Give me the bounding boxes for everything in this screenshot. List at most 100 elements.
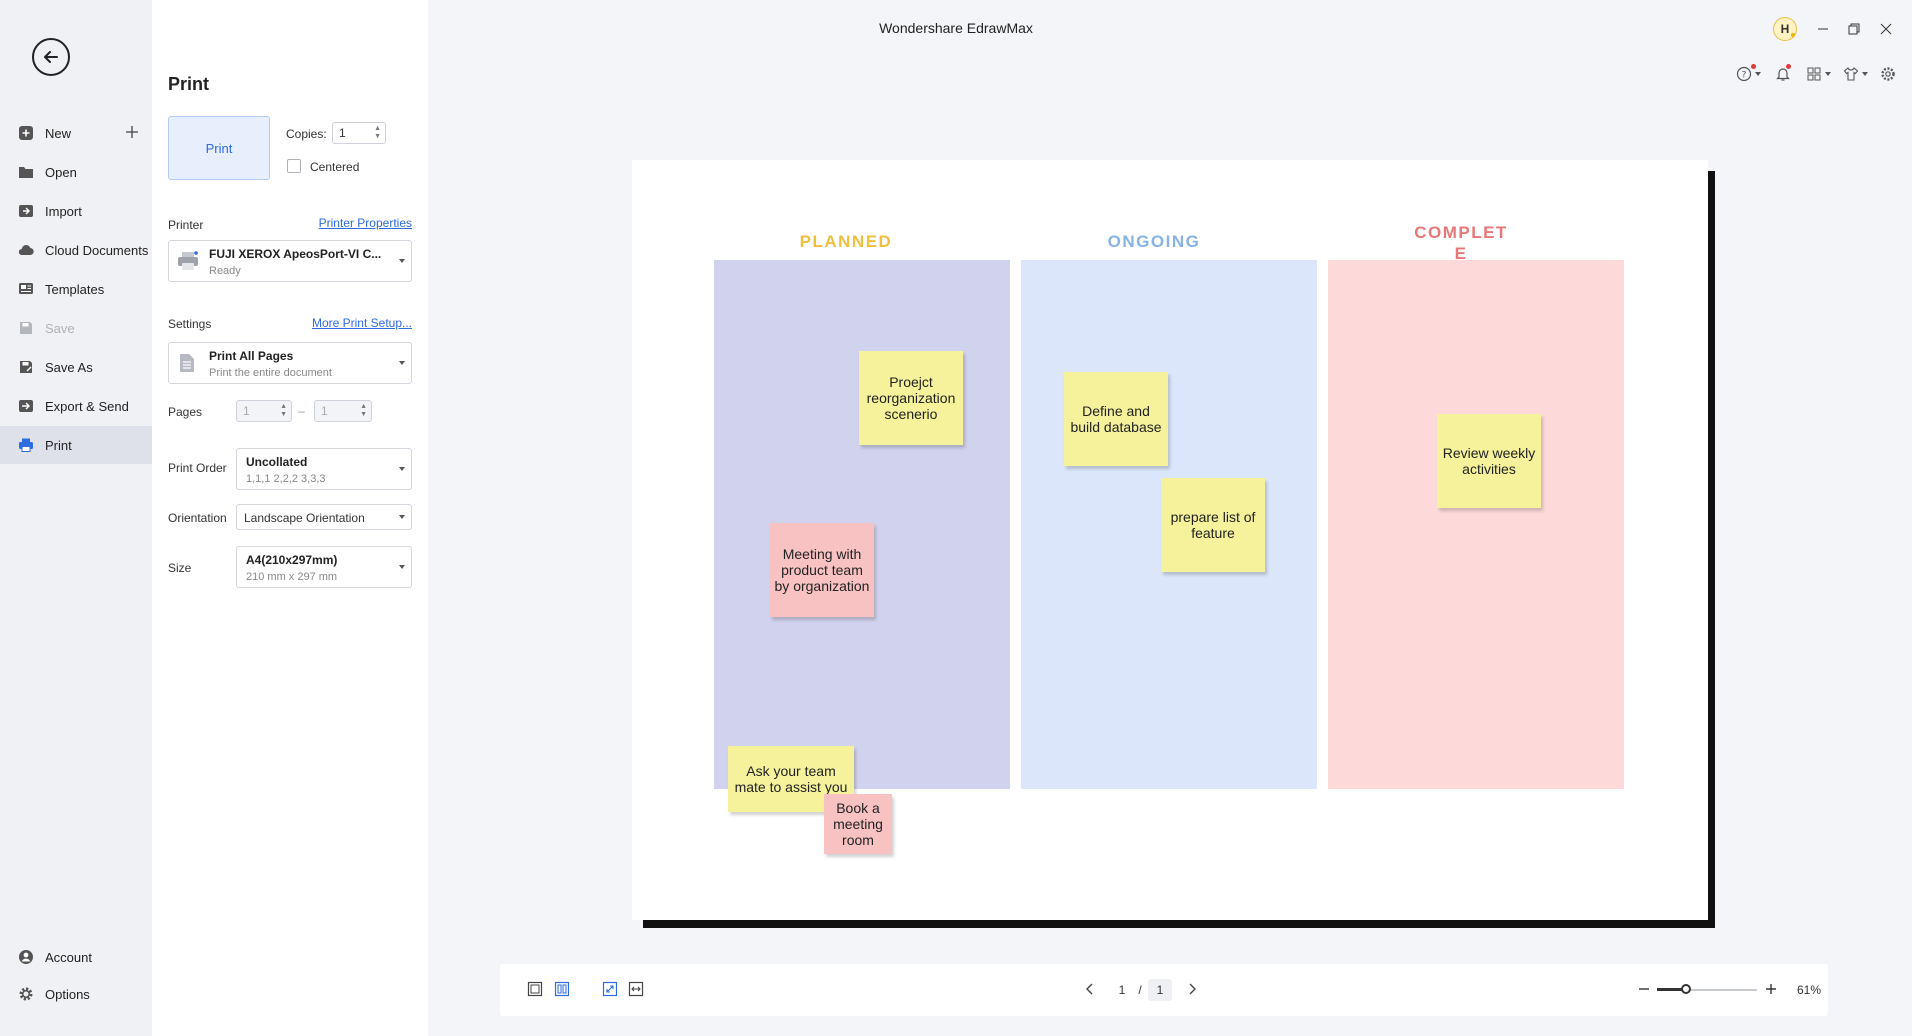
chevron-left-icon bbox=[1086, 983, 1093, 995]
printer-properties-link[interactable]: Printer Properties bbox=[319, 216, 412, 230]
nav-item-save-as[interactable]: Save As bbox=[0, 348, 152, 386]
pages-to-value: 1 bbox=[321, 404, 328, 418]
printer-select[interactable]: FUJI XEROX ApeosPort-VI C... Ready bbox=[168, 240, 412, 282]
next-page-button[interactable] bbox=[1182, 979, 1202, 999]
svg-text:?: ? bbox=[1742, 71, 1747, 81]
zoom-in-button[interactable] bbox=[1761, 979, 1781, 999]
print-order-sub: 1,1,1 2,2,2 3,3,3 bbox=[246, 473, 326, 485]
nav-item-options[interactable]: Options bbox=[0, 975, 152, 1013]
size-sub: 210 mm x 297 mm bbox=[246, 571, 338, 583]
pages-label: Pages bbox=[168, 405, 203, 419]
copies-stepper[interactable]: 1 ▲ ▼ bbox=[332, 122, 386, 144]
nav-item-save[interactable]: Save bbox=[0, 309, 152, 347]
size-select[interactable]: A4(210x297mm) 210 mm x 297 mm bbox=[236, 546, 412, 588]
single-page-icon bbox=[527, 981, 543, 997]
avatar-letter: H bbox=[1780, 22, 1790, 36]
apps-grid-icon bbox=[1807, 67, 1821, 81]
save-icon bbox=[18, 320, 34, 336]
minus-icon bbox=[1639, 988, 1649, 990]
templates-icon bbox=[18, 281, 34, 297]
sticky-note[interactable]: Define and build database bbox=[1064, 372, 1168, 466]
copies-value: 1 bbox=[339, 126, 346, 140]
fit-page-button[interactable] bbox=[600, 979, 620, 999]
centered-checkbox[interactable] bbox=[287, 159, 301, 173]
column-complete bbox=[1328, 260, 1624, 789]
theme-button[interactable] bbox=[1843, 64, 1868, 84]
zoom-level[interactable]: 61% bbox=[1790, 979, 1828, 1001]
plus-icon bbox=[1766, 984, 1776, 994]
user-icon bbox=[18, 949, 34, 965]
nav-item-print[interactable]: Print bbox=[0, 426, 152, 464]
nav-item-open[interactable]: Open bbox=[0, 153, 152, 191]
fit-width-button[interactable] bbox=[626, 979, 646, 999]
nav-item-import[interactable]: Import bbox=[0, 192, 152, 230]
print-button[interactable]: Print bbox=[168, 116, 270, 180]
nav-item-label: Save bbox=[45, 320, 75, 336]
nav-item-account[interactable]: Account bbox=[0, 938, 152, 976]
minimize-button[interactable] bbox=[1812, 18, 1834, 40]
sticky-note[interactable]: prepare list of feature bbox=[1161, 478, 1265, 572]
folder-icon bbox=[18, 164, 34, 180]
chevron-down-icon bbox=[399, 565, 405, 569]
pages-to-stepper[interactable]: 1 ▲ ▼ bbox=[314, 400, 372, 422]
sticky-note[interactable]: Review weekly activities bbox=[1437, 414, 1541, 508]
single-page-view-button[interactable] bbox=[525, 979, 545, 999]
close-button[interactable] bbox=[1875, 18, 1897, 40]
size-main: A4(210x297mm) bbox=[246, 553, 338, 567]
printer-status: Ready bbox=[209, 265, 241, 277]
gear-icon bbox=[1881, 67, 1895, 81]
import-icon bbox=[18, 203, 34, 219]
notification-dot-icon bbox=[1791, 33, 1795, 37]
cloud-icon bbox=[18, 242, 34, 258]
nav-item-cloud-documents[interactable]: Cloud Documents bbox=[0, 231, 152, 269]
current-page-field[interactable]: 1 bbox=[1111, 979, 1133, 1001]
stepper-arrows-icon[interactable]: ▲ ▼ bbox=[280, 403, 287, 419]
chevron-down-icon bbox=[399, 515, 405, 519]
gear-icon bbox=[18, 986, 34, 1002]
apps-button[interactable] bbox=[1806, 64, 1831, 84]
back-button[interactable] bbox=[32, 38, 70, 76]
sticky-note-text: Book a meeting room bbox=[833, 800, 883, 848]
settings-select[interactable]: Print All Pages Print the entire documen… bbox=[168, 342, 412, 384]
nav-item-label: Print bbox=[45, 437, 72, 453]
chevron-down-icon bbox=[1755, 72, 1761, 76]
sticky-note-text: prepare list of feature bbox=[1170, 509, 1256, 541]
avatar[interactable]: H bbox=[1773, 17, 1797, 41]
nav-item-label: Cloud Documents bbox=[45, 242, 149, 258]
previous-page-button[interactable] bbox=[1080, 979, 1100, 999]
add-icon[interactable] bbox=[124, 124, 140, 140]
restore-button[interactable] bbox=[1843, 18, 1865, 40]
left-nav: New Open Import Cloud Documents Template… bbox=[0, 0, 152, 1036]
nav-item-templates[interactable]: Templates bbox=[0, 270, 152, 308]
chevron-right-icon bbox=[1189, 983, 1196, 995]
sticky-note[interactable]: Book a meeting room bbox=[824, 794, 892, 854]
settings-main: Print All Pages bbox=[209, 349, 294, 363]
settings-button[interactable] bbox=[1880, 64, 1896, 84]
current-page-value: 1 bbox=[1118, 983, 1126, 997]
sticky-note-text: Proejct reorganization scenerio bbox=[866, 374, 956, 422]
more-print-setup-link[interactable]: More Print Setup... bbox=[312, 316, 412, 330]
sticky-note[interactable]: Meeting with product team by organizatio… bbox=[770, 523, 874, 617]
print-order-select[interactable]: Uncollated 1,1,1 2,2,2 3,3,3 bbox=[236, 448, 412, 490]
sticky-note[interactable]: Proejct reorganization scenerio bbox=[859, 351, 963, 445]
pages-from-stepper[interactable]: 1 ▲ ▼ bbox=[236, 400, 292, 422]
multi-page-icon bbox=[554, 981, 570, 997]
zoom-out-button[interactable] bbox=[1634, 979, 1654, 999]
help-button[interactable]: ? bbox=[1736, 64, 1761, 84]
fit-width-icon bbox=[628, 981, 644, 997]
orientation-select[interactable]: Landscape Orientation bbox=[236, 504, 412, 530]
nav-item-label: Options bbox=[45, 986, 90, 1002]
nav-item-export-send[interactable]: Export & Send bbox=[0, 387, 152, 425]
nav-item-label: Open bbox=[45, 164, 77, 180]
restore-icon bbox=[1848, 23, 1860, 35]
nav-item-label: Account bbox=[45, 949, 92, 965]
zoom-slider-handle[interactable] bbox=[1681, 984, 1691, 994]
nav-item-new[interactable]: New bbox=[0, 114, 152, 152]
centered-label: Centered bbox=[310, 160, 360, 174]
stepper-arrows-icon[interactable]: ▲ ▼ bbox=[374, 125, 381, 141]
multi-page-view-button[interactable] bbox=[552, 979, 572, 999]
stepper-arrows-icon[interactable]: ▲ ▼ bbox=[360, 403, 367, 419]
total-pages: 1 bbox=[1148, 979, 1172, 1001]
chevron-down-icon bbox=[1862, 72, 1868, 76]
page-separator: / bbox=[1134, 979, 1146, 1001]
